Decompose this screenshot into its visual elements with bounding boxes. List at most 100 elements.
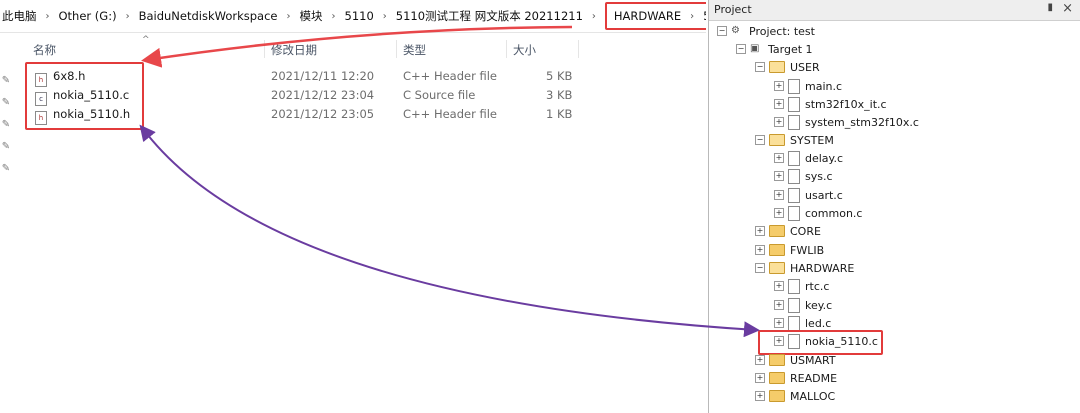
folder-icon: [769, 372, 785, 384]
tree-label: Project: test: [749, 24, 815, 38]
breadcrumb-hardware[interactable]: HARDWARE: [612, 9, 683, 23]
file-icon: [788, 168, 800, 184]
tree-label: CORE: [790, 224, 821, 238]
tree-project-root[interactable]: − ⚙ Project: test: [717, 22, 815, 40]
files-highlight-box: [25, 62, 144, 130]
breadcrumb-5110-current[interactable]: 5110: [701, 9, 706, 23]
folder-open-icon: [769, 262, 785, 274]
pin-icon[interactable]: ✎: [0, 163, 12, 185]
project-pane-title: Project: [714, 3, 752, 16]
tree-label: README: [790, 371, 838, 385]
expand-icon[interactable]: +: [774, 281, 784, 291]
breadcrumb-this-pc[interactable]: 此电脑: [0, 8, 39, 24]
folder-icon: [769, 225, 785, 237]
chevron-right-icon: ›: [690, 10, 695, 22]
file-icon: [788, 315, 800, 331]
project-pane-header: Project ▮ ×: [709, 0, 1080, 21]
expand-icon[interactable]: +: [774, 117, 784, 127]
chevron-right-icon: ›: [382, 10, 387, 22]
tree-label: MALLOC: [790, 389, 836, 403]
tree-file[interactable]: + key.c: [774, 296, 832, 314]
column-divider[interactable]: [506, 40, 507, 58]
breadcrumb-highlight-box: HARDWARE › 5110: [604, 2, 706, 30]
close-icon[interactable]: ×: [1062, 1, 1073, 16]
project-icon: ⚙: [731, 25, 740, 36]
tree-group-core[interactable]: + CORE: [755, 222, 821, 240]
expand-icon[interactable]: +: [755, 391, 765, 401]
collapse-icon[interactable]: −: [717, 26, 727, 36]
file-icon: [788, 96, 800, 112]
expand-icon[interactable]: +: [774, 208, 784, 218]
expand-icon[interactable]: +: [755, 245, 765, 255]
breadcrumb-drive[interactable]: Other (G:): [57, 9, 119, 23]
breadcrumb-workspace[interactable]: BaiduNetdiskWorkspace: [137, 9, 280, 23]
breadcrumb-modules[interactable]: 模块: [298, 8, 325, 24]
tree-file[interactable]: + delay.c: [774, 149, 843, 167]
tree-group-hardware[interactable]: − HARDWARE: [755, 259, 854, 277]
tree-group-readme[interactable]: + README: [755, 369, 837, 387]
tree-file[interactable]: + sys.c: [774, 167, 833, 185]
tree-group-malloc[interactable]: + MALLOC: [755, 387, 835, 405]
column-headers: ^ 名称 修改日期 类型 大小: [0, 35, 706, 60]
pin-icon[interactable]: ▮: [1047, 2, 1053, 13]
tree-label: rtc.c: [805, 279, 830, 293]
file-size: 3 KB: [546, 88, 573, 102]
tree-label: sys.c: [805, 169, 833, 183]
expand-icon[interactable]: +: [774, 190, 784, 200]
tree-group-fwlib[interactable]: + FWLIB: [755, 241, 824, 259]
breadcrumb-project-folder[interactable]: 5110测试工程 网文版本 20211211: [394, 8, 585, 24]
expand-icon[interactable]: +: [774, 99, 784, 109]
file-size: 1 KB: [546, 107, 573, 121]
expand-icon[interactable]: +: [774, 300, 784, 310]
chevron-right-icon: ›: [45, 10, 50, 22]
tree-label: system_stm32f10x.c: [805, 115, 919, 129]
tree-group-usmart[interactable]: + USMART: [755, 351, 836, 369]
file-size: 5 KB: [546, 69, 573, 83]
tree-group-system[interactable]: − SYSTEM: [755, 131, 834, 149]
column-name[interactable]: 名称: [33, 42, 56, 58]
folder-open-icon: [769, 134, 785, 146]
file-modified: 2021/12/11 12:20: [271, 69, 375, 83]
column-size[interactable]: 大小: [513, 42, 536, 58]
expand-icon[interactable]: +: [774, 153, 784, 163]
expand-icon[interactable]: +: [755, 373, 765, 383]
column-divider[interactable]: [264, 40, 265, 58]
tree-label: FWLIB: [790, 243, 825, 257]
tree-label: common.c: [805, 206, 863, 220]
tree-group-user[interactable]: − USER: [755, 58, 820, 76]
column-divider[interactable]: [396, 40, 397, 58]
pin-icon[interactable]: ✎: [0, 141, 12, 163]
tree-file[interactable]: + usart.c: [774, 186, 843, 204]
column-divider[interactable]: [578, 40, 579, 58]
chevron-right-icon: ›: [125, 10, 130, 22]
collapse-icon[interactable]: −: [755, 263, 765, 273]
file-modified: 2021/12/12 23:04: [271, 88, 375, 102]
tree-label: Target 1: [768, 42, 813, 56]
tree-file[interactable]: + main.c: [774, 77, 842, 95]
folder-icon: [769, 354, 785, 366]
tree-label: key.c: [805, 298, 833, 312]
tree-file[interactable]: + rtc.c: [774, 277, 829, 295]
collapse-icon[interactable]: −: [755, 62, 765, 72]
collapse-icon[interactable]: −: [736, 44, 746, 54]
expand-icon[interactable]: +: [755, 355, 765, 365]
tree-target[interactable]: − ▣ Target 1: [736, 40, 813, 58]
file-icon: [788, 150, 800, 166]
tree-label: SYSTEM: [790, 133, 834, 147]
address-bar[interactable]: 此电脑 › Other (G:) › BaiduNetdiskWorkspace…: [0, 0, 706, 33]
tree-file[interactable]: + system_stm32f10x.c: [774, 113, 919, 131]
expand-icon[interactable]: +: [774, 171, 784, 181]
tree-file[interactable]: + common.c: [774, 204, 862, 222]
breadcrumb-5110[interactable]: 5110: [343, 9, 376, 23]
expand-icon[interactable]: +: [774, 81, 784, 91]
tree-label: USER: [790, 60, 820, 74]
expand-icon[interactable]: +: [755, 226, 765, 236]
column-type[interactable]: 类型: [403, 42, 426, 58]
collapse-icon[interactable]: −: [755, 135, 765, 145]
expand-icon[interactable]: +: [774, 318, 784, 328]
tree-label: usart.c: [805, 188, 843, 202]
file-icon: [788, 187, 800, 203]
file-type: C++ Header file: [403, 107, 497, 121]
tree-file[interactable]: + stm32f10x_it.c: [774, 95, 887, 113]
column-modified[interactable]: 修改日期: [271, 42, 317, 58]
